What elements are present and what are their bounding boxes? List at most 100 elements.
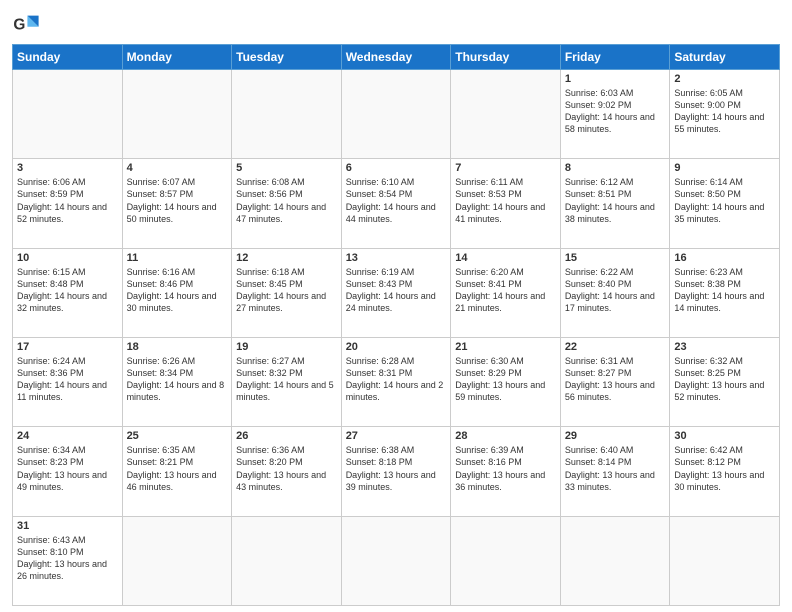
day-info: Sunrise: 6:26 AM Sunset: 8:34 PM Dayligh…: [127, 355, 228, 404]
day-number: 31: [17, 520, 118, 532]
calendar-cell: [341, 516, 451, 605]
day-info: Sunrise: 6:10 AM Sunset: 8:54 PM Dayligh…: [346, 176, 447, 225]
day-info: Sunrise: 6:11 AM Sunset: 8:53 PM Dayligh…: [455, 176, 556, 225]
calendar-cell: 25 Sunrise: 6:35 AM Sunset: 8:21 PM Dayli…: [122, 427, 232, 516]
day-info: Sunrise: 6:27 AM Sunset: 8:32 PM Dayligh…: [236, 355, 337, 404]
calendar-cell: [341, 70, 451, 159]
day-number: 25: [127, 430, 228, 442]
day-number: 21: [455, 341, 556, 353]
day-number: 18: [127, 341, 228, 353]
day-number: 9: [674, 162, 775, 174]
day-info: Sunrise: 6:30 AM Sunset: 8:29 PM Dayligh…: [455, 355, 556, 404]
weekday-header-row: SundayMondayTuesdayWednesdayThursdayFrid…: [13, 45, 780, 70]
calendar-week-row: 17Sunrise: 6:24 AM Sunset: 8:36 PM Dayli…: [13, 337, 780, 426]
day-number: 23: [674, 341, 775, 353]
day-info: Sunrise: 6:18 AM Sunset: 8:45 PM Dayligh…: [236, 266, 337, 315]
day-number: 14: [455, 252, 556, 264]
day-info: Sunrise: 6:03 AM Sunset: 9:02 PM Dayligh…: [565, 87, 666, 136]
calendar-cell: 9 Sunrise: 6:14 AM Sunset: 8:50 PM Daylig…: [670, 159, 780, 248]
calendar-cell: 5 Sunrise: 6:08 AM Sunset: 8:56 PM Daylig…: [232, 159, 342, 248]
weekday-header-friday: Friday: [560, 45, 670, 70]
calendar-cell: 31 Sunrise: 6:43 AM Sunset: 8:10 PM Dayli…: [13, 516, 123, 605]
calendar-cell: 24Sunrise: 6:34 AM Sunset: 8:23 PM Dayli…: [13, 427, 123, 516]
calendar-cell: 11 Sunrise: 6:16 AM Sunset: 8:46 PM Dayli…: [122, 248, 232, 337]
calendar-week-row: 24Sunrise: 6:34 AM Sunset: 8:23 PM Dayli…: [13, 427, 780, 516]
day-info: Sunrise: 6:05 AM Sunset: 9:00 PM Dayligh…: [674, 87, 775, 136]
day-info: Sunrise: 6:31 AM Sunset: 8:27 PM Dayligh…: [565, 355, 666, 404]
svg-text:G: G: [13, 17, 25, 34]
calendar-cell: [13, 70, 123, 159]
calendar-cell: 3 Sunrise: 6:06 AM Sunset: 8:59 PM Daylig…: [13, 159, 123, 248]
day-info: Sunrise: 6:06 AM Sunset: 8:59 PM Dayligh…: [17, 176, 118, 225]
calendar-cell: 2 Sunrise: 6:05 AM Sunset: 9:00 PM Daylig…: [670, 70, 780, 159]
calendar-cell: 4 Sunrise: 6:07 AM Sunset: 8:57 PM Daylig…: [122, 159, 232, 248]
calendar-week-row: 1Sunrise: 6:03 AM Sunset: 9:02 PM Daylig…: [13, 70, 780, 159]
calendar-cell: 6 Sunrise: 6:10 AM Sunset: 8:54 PM Daylig…: [341, 159, 451, 248]
calendar-cell: 26Sunrise: 6:36 AM Sunset: 8:20 PM Dayli…: [232, 427, 342, 516]
weekday-header-monday: Monday: [122, 45, 232, 70]
calendar-cell: 16 Sunrise: 6:23 AM Sunset: 8:38 PM Dayli…: [670, 248, 780, 337]
day-number: 3: [17, 162, 118, 174]
day-info: Sunrise: 6:40 AM Sunset: 8:14 PM Dayligh…: [565, 444, 666, 493]
calendar-cell: 7 Sunrise: 6:11 AM Sunset: 8:53 PM Daylig…: [451, 159, 561, 248]
calendar-cell: 15 Sunrise: 6:22 AM Sunset: 8:40 PM Dayli…: [560, 248, 670, 337]
calendar-cell: [451, 70, 561, 159]
calendar-cell: 22 Sunrise: 6:31 AM Sunset: 8:27 PM Dayli…: [560, 337, 670, 426]
day-number: 19: [236, 341, 337, 353]
day-number: 10: [17, 252, 118, 264]
day-info: Sunrise: 6:14 AM Sunset: 8:50 PM Dayligh…: [674, 176, 775, 225]
day-number: 5: [236, 162, 337, 174]
calendar-cell: [670, 516, 780, 605]
day-number: 13: [346, 252, 447, 264]
calendar-week-row: 3 Sunrise: 6:06 AM Sunset: 8:59 PM Daylig…: [13, 159, 780, 248]
calendar-cell: 28Sunrise: 6:39 AM Sunset: 8:16 PM Dayli…: [451, 427, 561, 516]
day-info: Sunrise: 6:35 AM Sunset: 8:21 PM Dayligh…: [127, 444, 228, 493]
day-number: 11: [127, 252, 228, 264]
day-number: 2: [674, 73, 775, 85]
day-info: Sunrise: 6:08 AM Sunset: 8:56 PM Dayligh…: [236, 176, 337, 225]
calendar-cell: [451, 516, 561, 605]
day-info: Sunrise: 6:24 AM Sunset: 8:36 PM Dayligh…: [17, 355, 118, 404]
day-number: 22: [565, 341, 666, 353]
logo: G: [12, 10, 44, 38]
day-info: Sunrise: 6:19 AM Sunset: 8:43 PM Dayligh…: [346, 266, 447, 315]
day-number: 26: [236, 430, 337, 442]
weekday-header-thursday: Thursday: [451, 45, 561, 70]
calendar-cell: [232, 516, 342, 605]
day-info: Sunrise: 6:23 AM Sunset: 8:38 PM Dayligh…: [674, 266, 775, 315]
calendar-week-row: 31 Sunrise: 6:43 AM Sunset: 8:10 PM Dayli…: [13, 516, 780, 605]
day-number: 4: [127, 162, 228, 174]
day-number: 15: [565, 252, 666, 264]
day-number: 6: [346, 162, 447, 174]
day-info: Sunrise: 6:22 AM Sunset: 8:40 PM Dayligh…: [565, 266, 666, 315]
day-number: 7: [455, 162, 556, 174]
calendar-cell: 1Sunrise: 6:03 AM Sunset: 9:02 PM Daylig…: [560, 70, 670, 159]
calendar-cell: 20Sunrise: 6:28 AM Sunset: 8:31 PM Dayli…: [341, 337, 451, 426]
day-number: 20: [346, 341, 447, 353]
header: G: [12, 10, 780, 38]
page: G SundayMondayTuesdayWednesdayThursdayFr…: [0, 0, 792, 612]
calendar-cell: 10 Sunrise: 6:15 AM Sunset: 8:48 PM Dayli…: [13, 248, 123, 337]
calendar-cell: 19 Sunrise: 6:27 AM Sunset: 8:32 PM Dayli…: [232, 337, 342, 426]
day-number: 8: [565, 162, 666, 174]
day-info: Sunrise: 6:43 AM Sunset: 8:10 PM Dayligh…: [17, 534, 118, 583]
day-number: 12: [236, 252, 337, 264]
day-info: Sunrise: 6:39 AM Sunset: 8:16 PM Dayligh…: [455, 444, 556, 493]
calendar-cell: [232, 70, 342, 159]
day-number: 16: [674, 252, 775, 264]
calendar-cell: [122, 70, 232, 159]
calendar-cell: 29Sunrise: 6:40 AM Sunset: 8:14 PM Dayli…: [560, 427, 670, 516]
weekday-header-sunday: Sunday: [13, 45, 123, 70]
calendar-table: SundayMondayTuesdayWednesdayThursdayFrid…: [12, 44, 780, 606]
calendar-cell: 18 Sunrise: 6:26 AM Sunset: 8:34 PM Dayli…: [122, 337, 232, 426]
weekday-header-tuesday: Tuesday: [232, 45, 342, 70]
weekday-header-saturday: Saturday: [670, 45, 780, 70]
day-info: Sunrise: 6:15 AM Sunset: 8:48 PM Dayligh…: [17, 266, 118, 315]
calendar-cell: 21 Sunrise: 6:30 AM Sunset: 8:29 PM Dayli…: [451, 337, 561, 426]
day-number: 30: [674, 430, 775, 442]
day-info: Sunrise: 6:16 AM Sunset: 8:46 PM Dayligh…: [127, 266, 228, 315]
weekday-header-wednesday: Wednesday: [341, 45, 451, 70]
calendar-cell: [122, 516, 232, 605]
day-info: Sunrise: 6:07 AM Sunset: 8:57 PM Dayligh…: [127, 176, 228, 225]
day-number: 27: [346, 430, 447, 442]
